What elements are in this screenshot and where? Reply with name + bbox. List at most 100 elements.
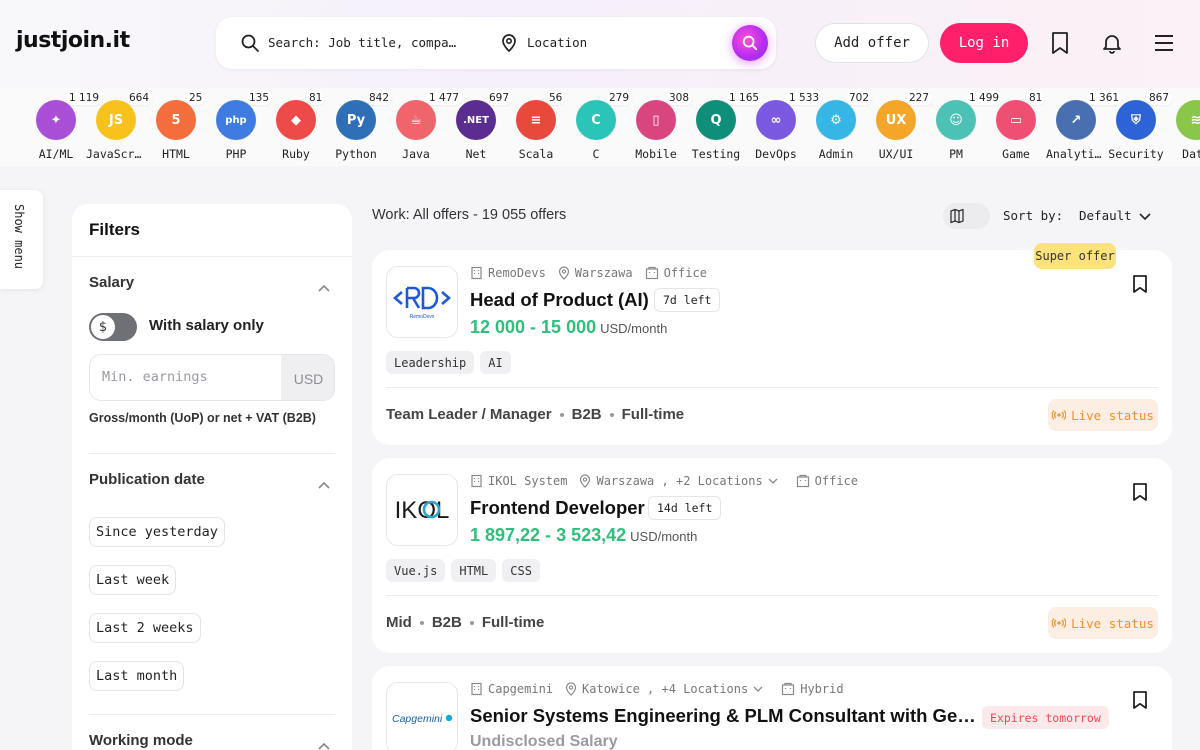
chevron-down-icon[interactable] — [1138, 208, 1152, 227]
job-details: Team Leader / Manager B2B Full-time — [386, 406, 684, 423]
job-card[interactable]: IKOL IKOL System Warszawa , +2 Locations… — [372, 458, 1172, 653]
category-icon: php — [216, 100, 256, 140]
site-logo[interactable]: justjoin.it — [16, 28, 130, 53]
working-mode-title[interactable]: Working mode — [89, 732, 193, 749]
category-devops[interactable]: ∞ 1 533 DevOps — [746, 88, 823, 166]
category-ruby[interactable]: ◆ 81 Ruby — [266, 88, 326, 166]
skill-tag[interactable]: CSS — [502, 559, 540, 582]
job-card[interactable]: RemoDevs RemoDevs Warszawa Office Head o… — [372, 250, 1172, 445]
chevron-up-icon[interactable] — [317, 475, 331, 494]
category-scala[interactable]: ≡ 56 Scala — [506, 88, 566, 166]
category-testing[interactable]: Q1 165 Testing — [686, 88, 763, 166]
job-title[interactable]: Frontend Developer — [470, 497, 645, 519]
job-meta: RemoDevs Warszawa Office — [470, 266, 719, 280]
live-status-badge[interactable]: Live status — [1048, 399, 1158, 431]
location-input[interactable]: Location — [527, 35, 587, 50]
salary-section-title[interactable]: Salary — [89, 274, 134, 291]
category-label: Game — [1002, 147, 1030, 161]
chevron-up-icon[interactable] — [317, 736, 331, 750]
company-name: RemoDevs — [488, 266, 546, 280]
map-toggle-button[interactable] — [943, 203, 990, 229]
pub-option-last-2-weeks[interactable]: Last 2 weeks — [89, 613, 201, 643]
category-pm[interactable]: ☺ 1 499 PM — [926, 88, 1003, 166]
notification-bell-icon[interactable] — [1100, 31, 1124, 59]
search-submit-button[interactable] — [732, 25, 768, 61]
category-icon: ⛨ — [1116, 100, 1156, 140]
category-c[interactable]: C 279 C — [566, 88, 633, 166]
category-ai-ml[interactable]: ✦ 1 119 AI/ML — [26, 88, 103, 166]
category-bar: ✦1 119AI/MLJS664JavaScript525 HTML php135P… — [0, 88, 1200, 166]
show-menu-tab[interactable]: Show menu — [0, 190, 43, 289]
skill-tag[interactable]: HTML — [451, 559, 497, 582]
category-java[interactable]: ☕ 1 477 Java — [386, 88, 463, 166]
category-icon: ▭ — [996, 100, 1036, 140]
search-input[interactable]: Search: Job title, company, keyword — [268, 35, 458, 50]
job-meta: IKOL System Warszawa , +2 Locations Offi… — [470, 474, 870, 488]
filters-title: Filters — [89, 220, 141, 239]
salary-range: 1 897,22 - 3 523,42 — [470, 525, 627, 545]
bookmark-icon[interactable] — [1131, 274, 1149, 298]
category-count: 81 — [306, 91, 326, 105]
svg-text:RemoDevs: RemoDevs — [410, 314, 435, 320]
undisclosed-salary: Undisclosed Salary — [470, 733, 618, 750]
category-icon: ◆ — [276, 100, 316, 140]
chevron-down-icon[interactable] — [752, 684, 764, 694]
category-label: DevOps — [755, 147, 797, 161]
building-icon — [471, 266, 482, 280]
divider — [386, 595, 1158, 596]
svg-text:IKOL: IKOL — [395, 497, 450, 524]
category-label: C — [592, 147, 600, 161]
publication-date-title[interactable]: Publication date — [89, 471, 205, 488]
bookmark-icon[interactable] — [1131, 690, 1149, 714]
office-icon — [782, 682, 795, 696]
category-count: 25 — [186, 91, 206, 105]
category-html[interactable]: 5 25 HTML — [146, 88, 206, 166]
pub-option-last-week[interactable]: Last week — [89, 565, 177, 595]
job-title[interactable]: Head of Product (AI) — [470, 289, 649, 311]
top-header: justjoin.it Search: Job title, company, … — [0, 0, 1200, 88]
login-button[interactable]: Log in — [940, 23, 1028, 63]
extra-locations-dropdown[interactable]: +2 Locations — [676, 474, 763, 488]
category-admin[interactable]: ⚙ 702 Admin — [806, 88, 873, 166]
salary-toggle[interactable]: $ — [89, 313, 137, 341]
category-icon: ↗ — [1056, 100, 1096, 140]
live-status-badge[interactable]: Live status — [1048, 607, 1158, 639]
skill-tag[interactable]: Leadership — [386, 351, 475, 374]
chevron-down-icon[interactable] — [767, 476, 779, 486]
bookmark-icon[interactable] — [1050, 31, 1070, 59]
skill-tag[interactable]: AI — [480, 351, 511, 374]
category-label: HTML — [162, 147, 190, 161]
salary-unit: USD/month — [600, 321, 668, 336]
category-javascript[interactable]: JS664JavaScript — [86, 88, 153, 166]
extra-locations-dropdown[interactable]: +4 Locations — [662, 682, 749, 696]
add-offer-button[interactable]: Add offer — [815, 23, 929, 63]
category-data[interactable]: ≋1 9Data — [1166, 88, 1200, 166]
job-card[interactable]: Capgemini Capgemini Katowice , +4 Locati… — [372, 666, 1172, 750]
category-label: Testing — [691, 147, 741, 161]
skill-tag[interactable]: Vue.js — [386, 559, 446, 582]
category-icon: C — [576, 100, 616, 140]
category-game[interactable]: ▭ 81 Game — [986, 88, 1046, 166]
hamburger-menu-icon[interactable] — [1153, 33, 1175, 57]
pub-option-last-month[interactable]: Last month — [89, 661, 185, 691]
category-mobile[interactable]: ▯ 308 Mobile — [626, 88, 693, 166]
search-submit-icon — [742, 35, 758, 51]
job-seniority: Mid — [386, 614, 412, 631]
chevron-up-icon[interactable] — [317, 278, 331, 297]
sort-dropdown[interactable]: Default — [1079, 208, 1132, 223]
min-earnings-field[interactable]: Min. earnings USD — [89, 354, 335, 401]
category-icon: ✦ — [36, 100, 76, 140]
category-python[interactable]: Py 842 Python — [326, 88, 393, 166]
job-tags: Vue.js HTML CSS — [386, 559, 546, 582]
currency-selector[interactable]: USD — [281, 355, 334, 400]
search-bar[interactable]: Search: Job title, company, keyword Loca… — [216, 17, 776, 69]
pub-option-since-yesterday[interactable]: Since yesterday — [89, 517, 225, 547]
category-analytics[interactable]: ↗ 1 361 Analytics — [1046, 88, 1123, 166]
category-net[interactable]: .NET 697 Net — [446, 88, 513, 166]
category-php[interactable]: php 135 PHP — [206, 88, 273, 166]
bookmark-icon[interactable] — [1131, 482, 1149, 506]
category-ux-ui[interactable]: UX 227 UX/UI — [866, 88, 933, 166]
job-title[interactable]: Senior Systems Engineering & PLM Consult… — [470, 705, 978, 727]
job-seniority: Team Leader / Manager — [386, 406, 552, 423]
category-security[interactable]: ⛨ 867 Security — [1106, 88, 1173, 166]
